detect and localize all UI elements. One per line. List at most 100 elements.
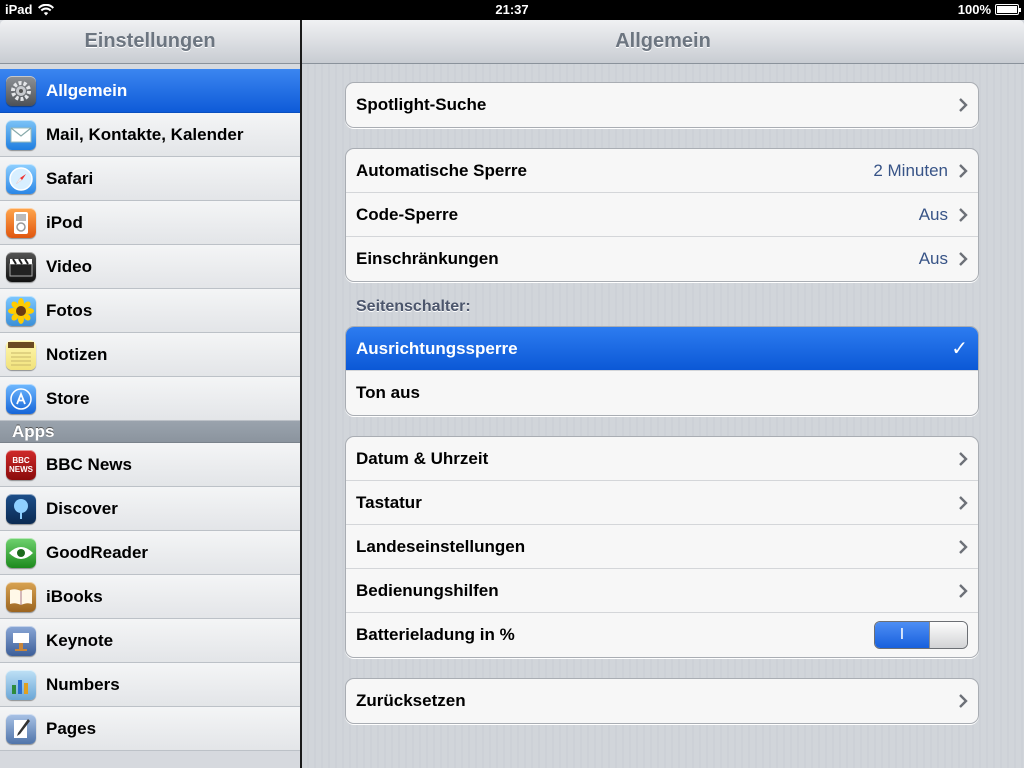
status-bar: iPad 21:37 100%: [0, 0, 1024, 20]
passcode-lock-row[interactable]: Code-Sperre Aus: [346, 193, 978, 237]
sidebar-title: Einstellungen: [0, 20, 300, 64]
ipod-icon: [6, 207, 36, 238]
sidebar-item-label: Allgemein: [46, 80, 128, 100]
notepad-icon: [6, 339, 36, 370]
toggle-on-segment: I: [875, 622, 929, 648]
sidebar-item-ibooks[interactable]: iBooks: [0, 575, 300, 619]
row-label: Tastatur: [356, 492, 422, 512]
sidebar-item-label: Video: [46, 256, 92, 276]
checkmark-icon: ✓: [951, 338, 968, 360]
toggle-knob[interactable]: [929, 622, 967, 648]
system-group: Datum & Uhrzeit Tastatur Landeseinstellu…: [345, 436, 979, 658]
sidebar-item-label: Discover: [46, 498, 118, 518]
mail-icon: [6, 119, 36, 150]
auto-lock-row[interactable]: Automatische Sperre 2 Minuten: [346, 149, 978, 193]
sidebar-item-notes[interactable]: Notizen: [0, 333, 300, 377]
sidebar-item-keynote[interactable]: Keynote: [0, 619, 300, 663]
restrictions-row[interactable]: Einschränkungen Aus: [346, 237, 978, 281]
reset-group: Zurücksetzen: [345, 678, 979, 724]
status-right: 100%: [957, 2, 1021, 17]
chevron-right-icon: [959, 98, 968, 112]
sidebar-item-label: BBC News: [46, 454, 132, 474]
gear-icon: [6, 75, 36, 106]
sidebar-item-mail[interactable]: Mail, Kontakte, Kalender: [0, 113, 300, 157]
app-store-icon: [6, 383, 36, 414]
chevron-right-icon: [959, 252, 968, 266]
sidebar-item-label: Safari: [46, 168, 94, 188]
numbers-icon: [6, 669, 36, 700]
side-switch-header: Seitenschalter:: [356, 298, 471, 315]
chevron-right-icon: [959, 694, 968, 708]
row-label: Spotlight-Suche: [356, 95, 487, 114]
row-label: Einschränkungen: [356, 249, 499, 268]
side-switch-group: Ausrichtungssperre ✓ Ton aus: [345, 326, 979, 416]
chevron-right-icon: [959, 539, 968, 554]
chevron-right-icon: [959, 583, 968, 598]
orientation-lock-row[interactable]: Ausrichtungssperre ✓: [346, 327, 978, 371]
sidebar-item-pages[interactable]: Pages: [0, 707, 300, 751]
battery-percentage-toggle[interactable]: I: [874, 621, 968, 649]
passcode-lock-value: Aus: [918, 204, 948, 224]
lock-group: Automatische Sperre 2 Minuten Code-Sperr…: [345, 148, 979, 282]
sidebar-item-label: Keynote: [46, 630, 114, 650]
battery-percentage-row: Batterieladung in % I: [346, 613, 978, 657]
sidebar-item-numbers[interactable]: Numbers: [0, 663, 300, 707]
sidebar-item-label: Store: [46, 388, 90, 408]
mute-row[interactable]: Ton aus: [346, 371, 978, 415]
sidebar-item-goodreader[interactable]: GoodReader: [0, 531, 300, 575]
auto-lock-value: 2 Minuten: [873, 160, 948, 180]
row-label: Code-Sperre: [356, 204, 459, 224]
detail-title: Allgemein: [302, 20, 1024, 64]
chevron-right-icon: [959, 451, 968, 466]
row-label: Landeseinstellungen: [356, 536, 526, 556]
sidebar-item-label: iPod: [46, 212, 83, 232]
sidebar-item-label: Pages: [46, 718, 97, 738]
sidebar-item-label: iBooks: [46, 586, 103, 606]
battery-percent: 100%: [957, 2, 991, 17]
sidebar-item-label: GoodReader: [46, 542, 149, 562]
eye-icon: [6, 537, 36, 568]
sidebar-item-video[interactable]: Video: [0, 245, 300, 289]
sunflower-icon: [6, 295, 36, 326]
general-settings-pane: Allgemein Spotlight-Suche Automatische S…: [302, 20, 1024, 768]
keyboard-row[interactable]: Tastatur: [346, 481, 978, 525]
tree-icon: [6, 493, 36, 524]
spotlight-group: Spotlight-Suche: [345, 82, 979, 128]
row-label: Ton aus: [356, 383, 420, 402]
battery-fill: [997, 6, 1017, 13]
pages-icon: [6, 713, 36, 744]
battery-icon: [995, 4, 1021, 15]
chevron-right-icon: [959, 207, 968, 222]
sidebar-item-label: Numbers: [46, 674, 120, 694]
settings-list: Allgemein Mail, Kontakte, Kalender Safar…: [0, 69, 300, 751]
sidebar-item-label: Fotos: [46, 300, 93, 320]
sidebar-item-label: Mail, Kontakte, Kalender: [46, 124, 244, 144]
international-row[interactable]: Landeseinstellungen: [346, 525, 978, 569]
book-icon: [6, 581, 36, 612]
sidebar-item-general[interactable]: Allgemein: [0, 69, 300, 113]
date-time-row[interactable]: Datum & Uhrzeit: [346, 437, 978, 481]
chevron-right-icon: [959, 163, 968, 178]
compass-icon: [6, 163, 36, 194]
sidebar-item-bbc-news[interactable]: BBC NEWS BBC News: [0, 443, 300, 487]
sidebar-item-ipod[interactable]: iPod: [0, 201, 300, 245]
sidebar-item-store[interactable]: Store: [0, 377, 300, 421]
accessibility-row[interactable]: Bedienungshilfen: [346, 569, 978, 613]
row-label: Bedienungshilfen: [356, 580, 499, 600]
restrictions-value: Aus: [918, 249, 948, 268]
chevron-right-icon: [959, 495, 968, 510]
clapperboard-icon: [6, 251, 36, 282]
row-label: Automatische Sperre: [356, 160, 527, 180]
spotlight-search-row[interactable]: Spotlight-Suche: [346, 83, 978, 127]
bbc-news-icon: BBC NEWS: [6, 449, 36, 480]
row-label: Batterieladung in %: [356, 625, 515, 644]
row-label: Datum & Uhrzeit: [356, 448, 489, 468]
row-label: Ausrichtungssperre: [356, 338, 518, 358]
sidebar-item-safari[interactable]: Safari: [0, 157, 300, 201]
sidebar-item-photos[interactable]: Fotos: [0, 289, 300, 333]
sidebar-item-discover[interactable]: Discover: [0, 487, 300, 531]
status-clock: 21:37: [495, 2, 529, 17]
apps-section-header: Apps: [0, 421, 300, 443]
reset-row[interactable]: Zurücksetzen: [346, 679, 978, 723]
row-label: Zurücksetzen: [356, 691, 466, 710]
